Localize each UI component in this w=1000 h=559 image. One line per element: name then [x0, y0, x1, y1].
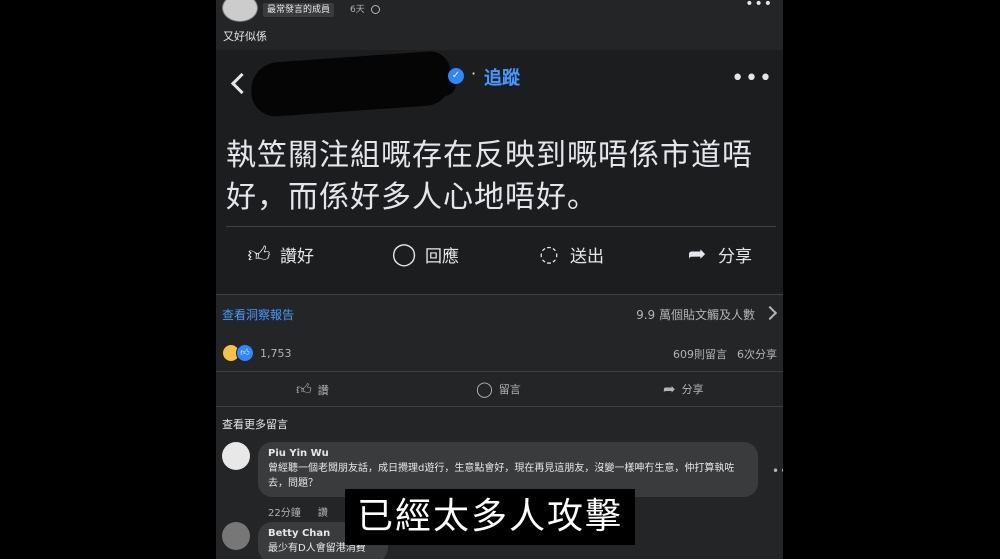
- comment-bubble-icon: ◯: [391, 241, 417, 267]
- video-subtitle: 已經太多人攻擊: [345, 489, 636, 545]
- share-arrow-icon: ➦: [663, 380, 676, 398]
- comment-like-button[interactable]: 讚: [318, 508, 328, 519]
- comment-bubble-icon: ◯: [476, 380, 493, 398]
- embed-send: ◌ 送出: [536, 239, 604, 269]
- post-text: 又好似係: [223, 30, 267, 43]
- post-stats: 609則留言 6次分享: [663, 346, 777, 362]
- embed-more-icon: •••: [731, 66, 773, 91]
- share-label: 分享: [681, 383, 704, 396]
- embed-share-label: 分享: [718, 246, 752, 267]
- comment-more-icon[interactable]: •••: [772, 464, 783, 478]
- author-avatar[interactable]: [222, 0, 258, 22]
- commenter-avatar[interactable]: [222, 522, 250, 550]
- verified-badge-icon: ✓: [448, 68, 464, 84]
- separator-dot: ·: [471, 64, 477, 83]
- comment-button[interactable]: ◯ 留言: [476, 380, 521, 398]
- post-reach[interactable]: 9.9 萬個貼文觸及人數: [636, 306, 755, 323]
- embed-comment: ◯ 回應: [391, 239, 459, 269]
- embed-like-label: 讚好: [280, 246, 314, 267]
- like-button[interactable]: 👍︎ 讚: [296, 380, 329, 399]
- chevron-right-icon[interactable]: [762, 305, 778, 321]
- share-button[interactable]: ➦ 分享: [663, 380, 704, 398]
- more-options-icon[interactable]: •••: [745, 0, 773, 12]
- share-count[interactable]: 6次分享: [737, 348, 777, 361]
- embed-comment-label: 回應: [425, 246, 459, 267]
- commenter-name[interactable]: Piu Yin Wu: [268, 448, 748, 459]
- post-time[interactable]: 6天: [350, 3, 365, 17]
- member-badge: 最常發言的成員: [263, 3, 335, 17]
- comment-text: 曾經聽一個老闆朋友話，成日攪理d遊行，生意點會好，現在再見這朋友，沒變一樣呻冇生…: [268, 463, 735, 489]
- comment-time[interactable]: 22分鐘: [268, 508, 301, 519]
- insights-link[interactable]: 查看洞察報告: [222, 306, 294, 323]
- like-reaction-icon: 👍︎: [236, 344, 254, 362]
- view-more-comments[interactable]: 查看更多留言: [222, 416, 288, 432]
- thumbs-up-icon: 👍︎: [296, 380, 312, 398]
- action-bar: 👍︎ 讚 ◯ 留言 ➦ 分享: [216, 371, 783, 407]
- commenter-avatar[interactable]: [222, 442, 250, 470]
- share-arrow-icon: ➦: [687, 241, 707, 267]
- quote-text: 執笠關注組嘅存在反映到嘅唔係市道唔好，而係好多人心地唔好。: [226, 138, 753, 215]
- back-arrow-icon: [230, 72, 253, 95]
- thumbs-up-icon: 👍︎: [247, 242, 271, 268]
- shared-post-screenshot: ✓ · 追蹤 ••• 執笠關注組嘅存在反映到嘅唔係市道唔好，而係好多人心地唔好。…: [216, 50, 783, 295]
- embed-share: ➦ 分享: [684, 239, 752, 269]
- follow-label: 追蹤: [484, 68, 520, 89]
- comment-label: 留言: [498, 383, 521, 396]
- phone-screen: 最常發言的成員 6天 ••• 又好似係 ✓ · 追蹤 ••• 執笠關注組嘅存在反…: [216, 0, 783, 559]
- embed-action-bar: 👍︎ 讚好 ◯ 回應 ◌ 送出 ➦ 分享: [226, 226, 776, 281]
- messenger-icon: ◌: [539, 241, 559, 267]
- embed-like: 👍︎ 讚好: [246, 239, 315, 269]
- reaction-count: 1,753: [260, 346, 292, 360]
- post-header: 最常發言的成員 6天 •••: [216, 0, 783, 22]
- comment-count[interactable]: 609則留言: [673, 348, 727, 361]
- like-label: 讚: [317, 383, 329, 397]
- globe-icon: [371, 5, 380, 14]
- redaction-mark: [366, 68, 456, 96]
- reaction-summary[interactable]: 👍︎ 1,753: [222, 344, 292, 362]
- embed-send-label: 送出: [570, 246, 604, 267]
